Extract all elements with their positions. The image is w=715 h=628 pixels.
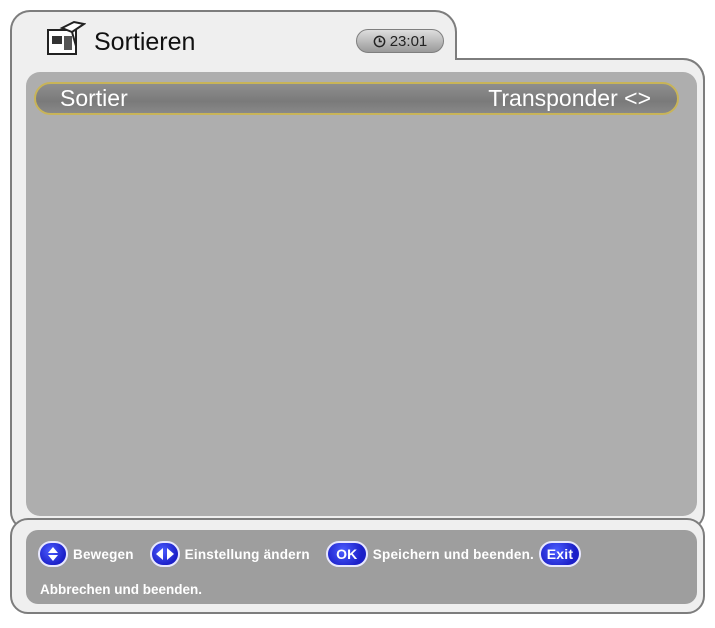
change-hint: Einstellung ändern bbox=[184, 546, 310, 562]
setting-value[interactable]: Transponder <> bbox=[488, 85, 651, 112]
clock-badge: 23:01 bbox=[356, 29, 444, 53]
content-panel bbox=[26, 72, 697, 516]
exit-key: Exit bbox=[538, 541, 581, 567]
setting-label: Sortier bbox=[60, 85, 128, 111]
left-right-key-icon bbox=[149, 541, 180, 567]
cancel-hint: Abbrechen und beenden. bbox=[40, 582, 203, 597]
move-hint: Bewegen bbox=[73, 546, 134, 562]
clock-time: 23:01 bbox=[389, 32, 428, 50]
clock-icon bbox=[373, 35, 386, 47]
save-hint: Speichern und beenden. bbox=[372, 546, 534, 562]
ok-key: OK bbox=[325, 541, 368, 567]
help-line-1: Bewegen Einstellung ändern OK Speichern … bbox=[38, 540, 581, 568]
sort-setting-row[interactable]: Sortier Transponder <> bbox=[34, 82, 679, 115]
sort-settings-icon bbox=[44, 20, 87, 58]
page-title: Sortieren bbox=[94, 28, 196, 56]
up-down-key-icon bbox=[38, 541, 68, 567]
